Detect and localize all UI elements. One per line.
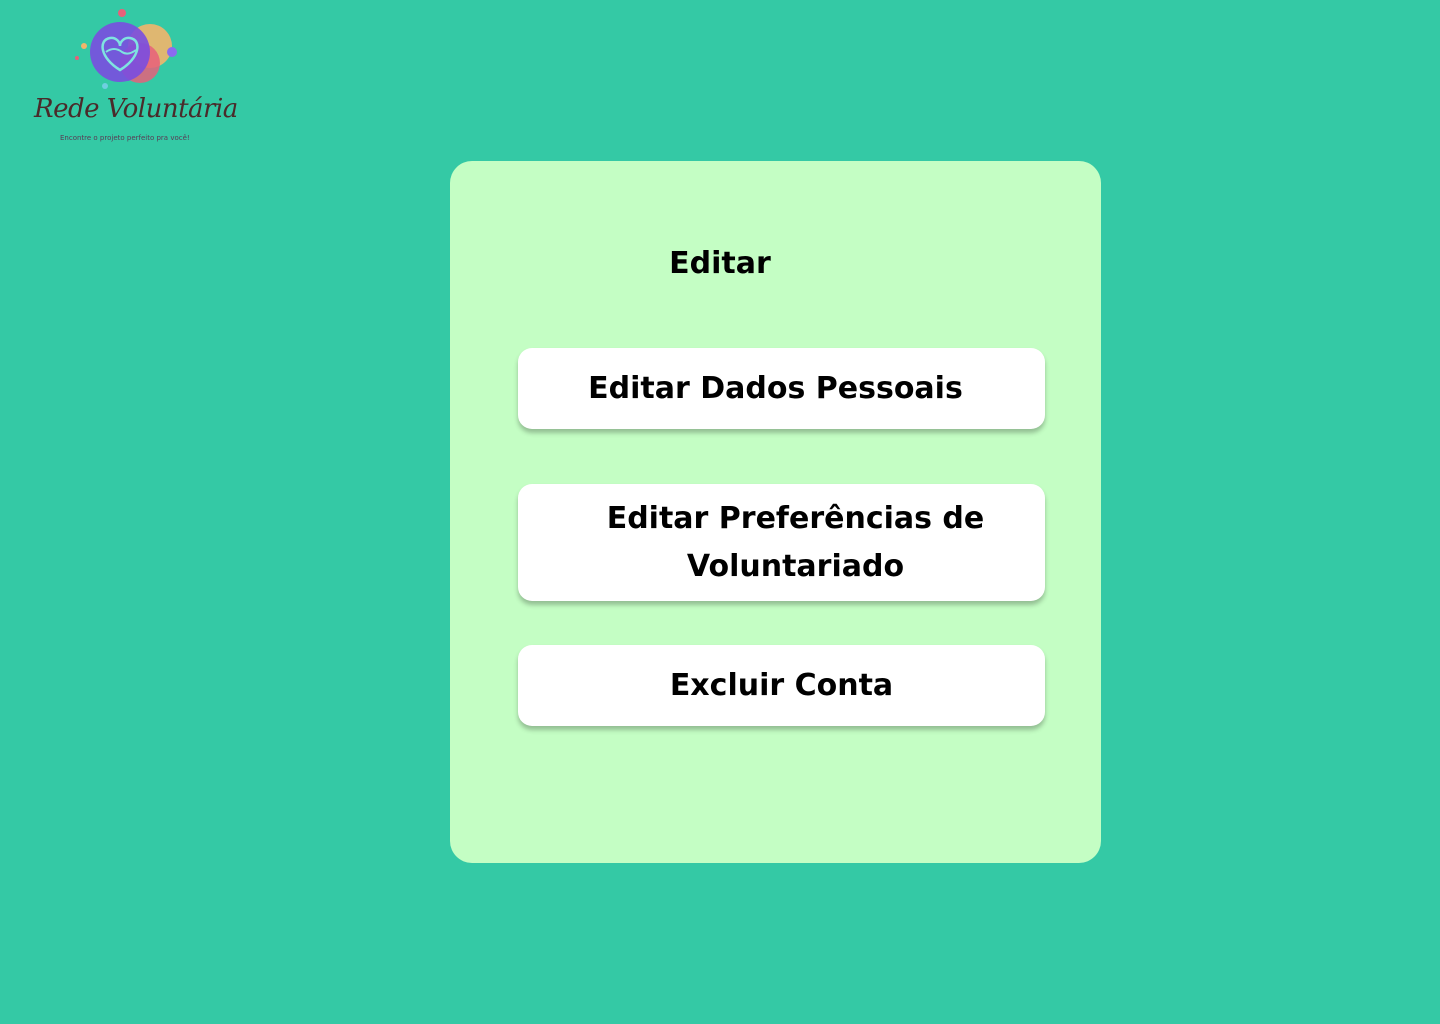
delete-account-button[interactable]: Excluir Conta <box>518 645 1045 726</box>
brand-name: Rede Voluntária <box>34 94 238 124</box>
page-title: Editar <box>669 246 771 281</box>
delete-account-label: Excluir Conta <box>669 668 894 703</box>
hands-heart-icon <box>75 9 177 89</box>
brand-logo[interactable]: Rede Voluntária Encontre o projeto perfe… <box>30 8 238 148</box>
edit-personal-data-label: Editar Dados Pessoais <box>588 371 963 406</box>
edit-volunteer-preferences-label: Editar Preferências de Voluntariado <box>606 500 985 584</box>
brand-tagline: Encontre o projeto perfeito pra você! <box>60 134 190 142</box>
edit-personal-data-button[interactable]: Editar Dados Pessoais <box>518 348 1045 429</box>
edit-volunteer-preferences-button[interactable]: Editar Preferências de Voluntariado <box>518 484 1045 601</box>
